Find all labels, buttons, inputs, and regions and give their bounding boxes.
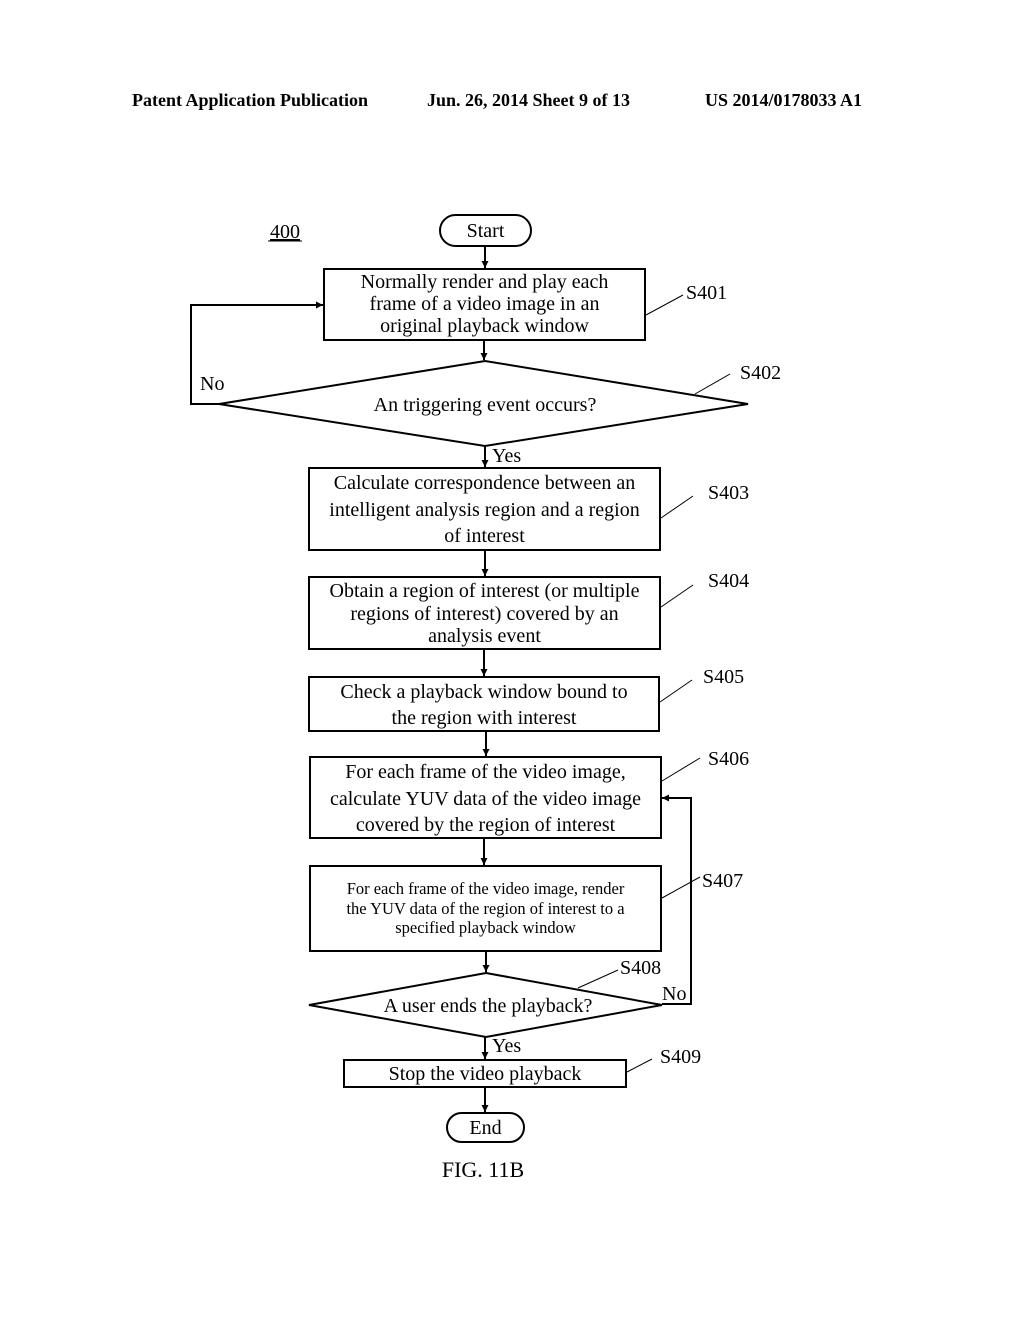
s401-line-3: original playback window: [380, 315, 589, 337]
s403-leader: [660, 495, 694, 519]
s402-yes-label: Yes: [492, 445, 521, 467]
s409-leader: [626, 1058, 653, 1073]
s408-yes-label: Yes: [492, 1035, 521, 1057]
s401-line-1: Normally render and play each: [361, 271, 609, 293]
s408-id: S408: [620, 957, 661, 979]
s405-id: S405: [703, 666, 744, 688]
decision-s402: An triggering event occurs?: [218, 359, 749, 448]
start-label: Start: [467, 220, 505, 242]
s409-id: S409: [660, 1046, 701, 1068]
step-s407: For each frame of the video image, rende…: [309, 865, 662, 952]
s404-id: S404: [708, 570, 749, 592]
s406-id: S406: [708, 748, 749, 770]
s404-leader: [660, 584, 694, 608]
figure-ref-number: 400: [270, 221, 300, 243]
s403-id: S403: [708, 482, 749, 504]
flowchart: 400 Start Normally render and play each …: [190, 214, 781, 1182]
end-label: End: [469, 1117, 501, 1139]
s407-line-1: For each frame of the video image, rende…: [347, 879, 625, 898]
s408-question: A user ends the playback?: [384, 995, 593, 1017]
step-s401: Normally render and play each frame of a…: [323, 268, 646, 341]
step-s404: Obtain a region of interest (or multiple…: [308, 576, 661, 650]
arrow-s408-no-loop: [662, 794, 692, 1005]
s406-line-2: calculate YUV data of the video image: [330, 788, 641, 810]
step-s409: Stop the video playback: [343, 1059, 627, 1088]
step-s406: For each frame of the video image, calcu…: [309, 756, 662, 839]
s408-leader: [577, 969, 619, 989]
s405-line-1: Check a playback window bound to: [340, 681, 627, 703]
end-terminal: End: [446, 1112, 525, 1143]
s401-id: S401: [686, 282, 727, 304]
s404-line-1: Obtain a region of interest (or multiple: [330, 580, 640, 602]
s401-leader: [645, 294, 684, 316]
step-s403: Calculate correspondence between an inte…: [308, 467, 661, 551]
s405-line-2: the region with interest: [392, 707, 577, 729]
s406-line-3: covered by the region of interest: [356, 814, 616, 836]
s402-no-label: No: [200, 373, 224, 395]
step-s405: Check a playback window bound to the reg…: [308, 676, 660, 732]
s404-line-2: regions of interest) covered by an: [350, 603, 618, 625]
s407-leader: [661, 876, 701, 899]
s405-leader: [659, 679, 693, 703]
s407-line-2: the YUV data of the region of interest t…: [346, 899, 625, 918]
s402-leader: [694, 373, 731, 395]
s404-line-3: analysis event: [428, 625, 541, 647]
s408-no-label: No: [662, 983, 686, 1005]
s402-question: An triggering event occurs?: [374, 394, 597, 416]
s403-line-2: intelligent analysis region and a region: [329, 499, 639, 521]
start-terminal: Start: [439, 214, 532, 247]
decision-s408: A user ends the playback?: [308, 971, 663, 1039]
s401-line-2: frame of a video image in an: [370, 293, 600, 315]
s409-line-1: Stop the video playback: [389, 1063, 582, 1085]
s406-leader: [661, 757, 701, 782]
s407-id: S407: [702, 870, 743, 892]
s406-line-1: For each frame of the video image,: [345, 761, 625, 783]
s402-id: S402: [740, 362, 781, 384]
s407-line-3: specified playback window: [395, 918, 576, 937]
figure-caption: FIG. 11B: [442, 1157, 524, 1182]
s403-line-1: Calculate correspondence between an: [334, 472, 636, 494]
s403-line-3: of interest: [444, 525, 525, 547]
